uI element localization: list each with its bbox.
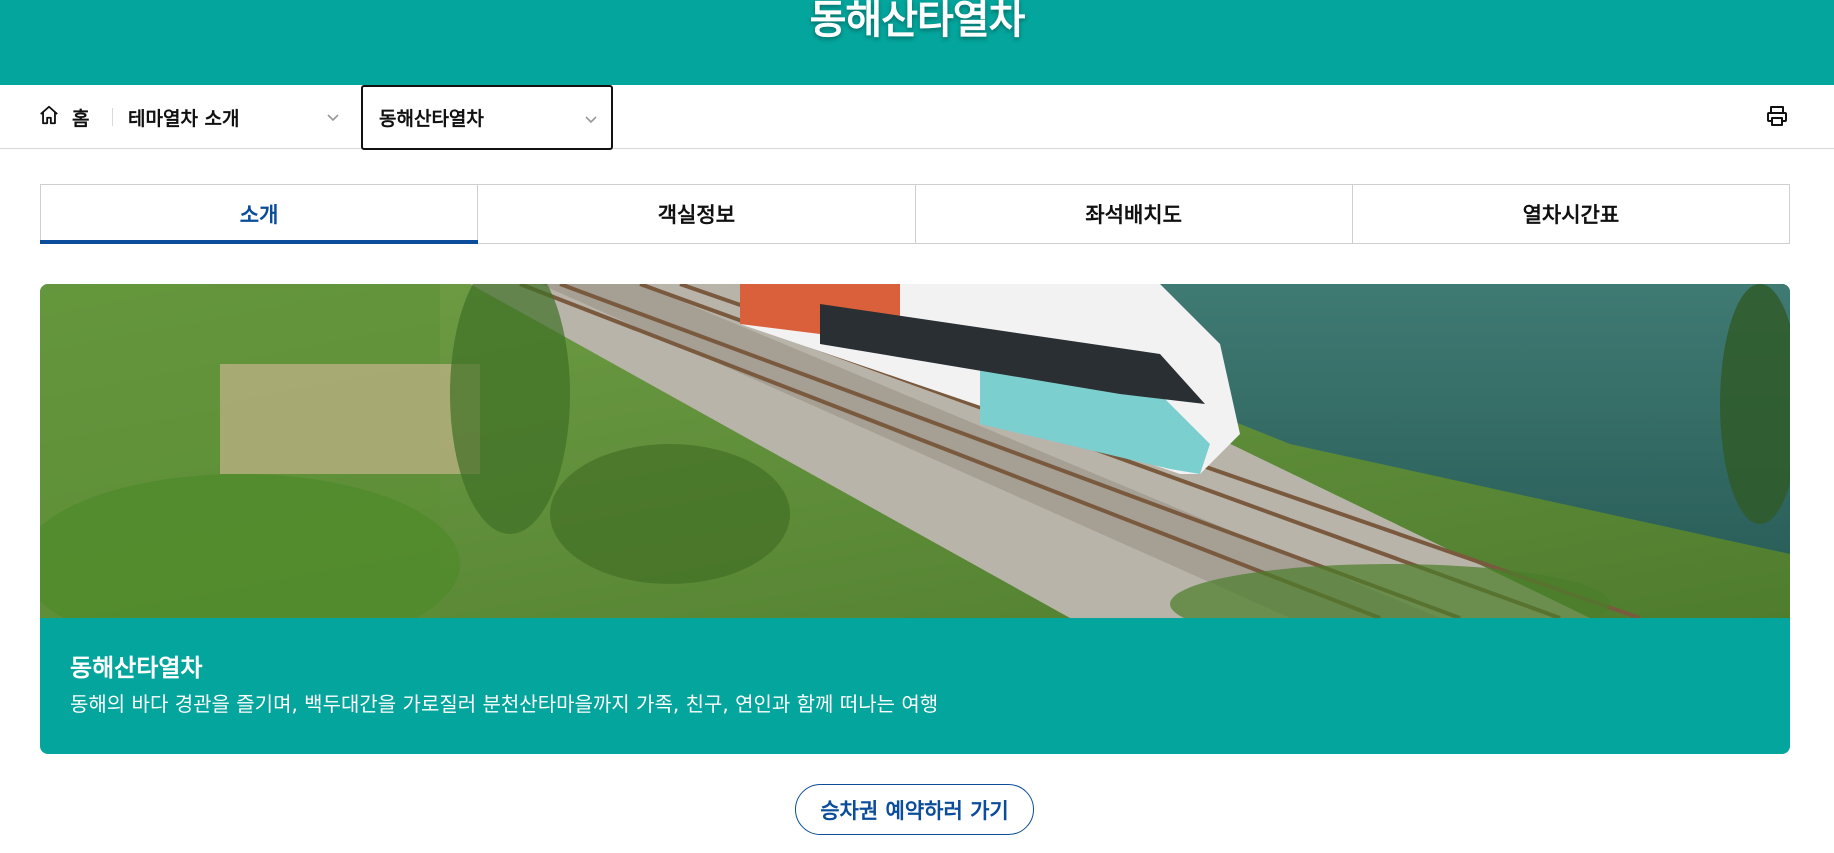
tab-list: 소개 객실정보 좌석배치도 열차시간표 xyxy=(39,184,1790,244)
tab-timetable[interactable]: 열차시간표 xyxy=(1353,185,1789,243)
printer-icon xyxy=(1765,106,1789,132)
print-button[interactable] xyxy=(1765,104,1789,132)
category-dropdown-label: 테마열차 소개 xyxy=(128,107,240,130)
category-dropdown[interactable]: 테마열차 소개 xyxy=(113,85,353,149)
home-icon xyxy=(38,104,60,130)
page-title: 동해산타열차 xyxy=(809,0,1026,43)
train-dropdown-label: 동해산타열차 xyxy=(379,108,484,130)
tab-room-info[interactable]: 객실정보 xyxy=(478,185,916,243)
home-link[interactable]: 홈 xyxy=(38,85,89,149)
train-dropdown[interactable]: 동해산타열차 xyxy=(361,85,613,150)
chevron-down-icon xyxy=(583,110,599,132)
home-label: 홈 xyxy=(72,107,90,130)
card-title: 동해산타열차 xyxy=(70,654,203,682)
chevron-down-icon xyxy=(325,108,341,130)
tab-intro[interactable]: 소개 xyxy=(39,185,479,244)
card-description: 동해의 바다 경관을 즐기며, 백두대간을 가로질러 분천산타마을까지 가족, … xyxy=(70,692,939,716)
train-photo xyxy=(40,284,1790,618)
location-bar: 홈 테마열차 소개 동해산타열차 xyxy=(0,85,1834,150)
page-banner: 동해산타열차 xyxy=(0,0,1834,85)
intro-card: 동해산타열차 동해의 바다 경관을 즐기며, 백두대간을 가로질러 분천산타마을… xyxy=(40,284,1790,754)
tab-seat-map[interactable]: 좌석배치도 xyxy=(916,185,1353,243)
book-ticket-button[interactable]: 승차권 예약하러 가기 xyxy=(795,784,1034,835)
